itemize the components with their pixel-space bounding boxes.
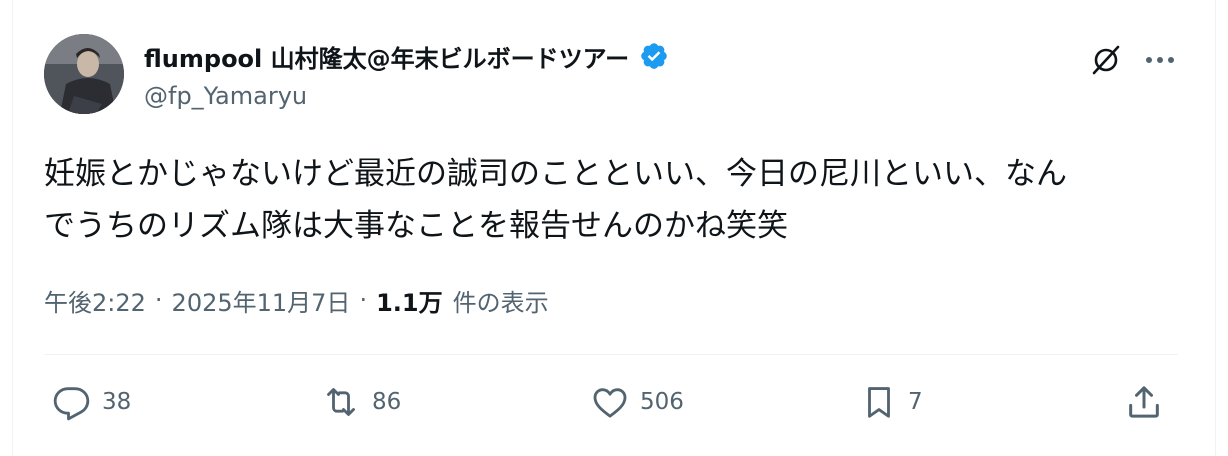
meta-separator: · [359,286,368,314]
post-meta: 午後2:22 · 2025年11月7日 · 1.1万 件の表示 [44,280,549,320]
post-date[interactable]: 2025年11月7日 [172,283,351,318]
heart-icon [593,388,627,418]
author-handle[interactable]: @fp_Yamaryu [144,82,307,110]
like-button[interactable]: 506 [590,380,684,424]
share-icon [1129,386,1159,418]
retweet-button[interactable]: 86 [320,380,401,424]
author-name-row[interactable]: flumpool 山村隆太@年末ビルボードツアー [144,38,669,74]
bookmark-count: 7 [908,389,923,415]
post-text: 妊娠とかじゃないけど最近の誠司のことといい、今日の尼川といい、なん でうちのリズ… [44,156,1067,244]
post-time[interactable]: 午後2:22 [44,283,146,318]
bookmark-icon [868,387,890,418]
meta-separator: · [154,286,163,314]
more-button[interactable] [1140,40,1180,80]
avatar[interactable] [44,34,124,114]
verified-badge-icon[interactable] [639,41,669,71]
reply-icon [53,387,90,421]
views-label[interactable]: 件の表示 [453,283,549,318]
like-count: 506 [640,389,684,415]
author-display-name[interactable]: flumpool 山村隆太@年末ビルボードツアー [144,39,629,74]
retweet-icon [327,388,355,416]
divider [44,354,1178,355]
views-count[interactable]: 1.1万 [376,283,443,318]
more-dots-icon [1146,57,1174,63]
grok-icon [1092,45,1120,75]
reply-button[interactable]: 38 [52,380,131,424]
grok-button[interactable] [1086,40,1126,80]
retweet-count: 86 [372,389,402,415]
bookmark-button[interactable]: 7 [860,380,923,424]
reply-count: 38 [102,389,132,415]
share-button[interactable] [1124,380,1164,424]
